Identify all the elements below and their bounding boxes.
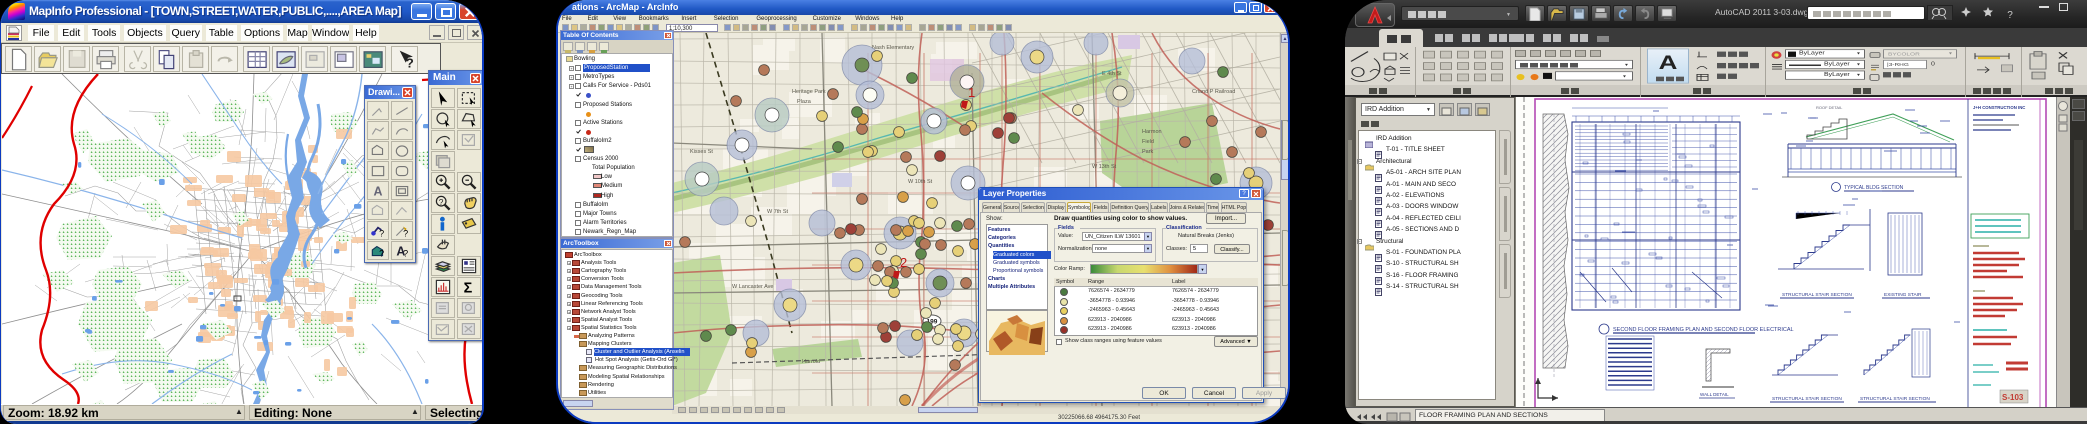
svg-text:Criand P Railroad: Criand P Railroad	[1192, 89, 1235, 95]
svg-text:Harrold: Harrold	[802, 359, 820, 365]
svg-text:?: ?	[439, 197, 444, 207]
svg-text:Heritage Park: Heritage Park	[792, 89, 826, 95]
svg-text:TYPICAL BLDG SECTION: TYPICAL BLDG SECTION	[1844, 185, 1904, 191]
svg-text:ROOF DETAIL: ROOF DETAIL	[1816, 105, 1843, 110]
svg-text:Park: Park	[1142, 149, 1154, 155]
svg-text:Σ: Σ	[464, 280, 473, 296]
svg-text:?: ?	[379, 229, 384, 239]
svg-text:STRUCTURAL STAIR SECTION: STRUCTURAL STAIR SECTION	[1772, 396, 1842, 402]
svg-text:Kisses St: Kisses St	[690, 149, 713, 155]
svg-text:2: 2	[900, 255, 907, 270]
svg-text:WALL DETAIL: WALL DETAIL	[1700, 392, 1729, 397]
svg-text:W 10th St: W 10th St	[908, 179, 933, 185]
svg-text:STRUCTURAL STAIR SECTION: STRUCTURAL STAIR SECTION	[1782, 292, 1852, 298]
svg-text:W 13th St: W 13th St	[1092, 164, 1117, 170]
svg-text:W 7th St: W 7th St	[767, 209, 789, 215]
svg-text:EXISTING STAIR: EXISTING STAIR	[1884, 292, 1922, 298]
svg-text:SECOND FLOOR FRAMING PLAN AND: SECOND FLOOR FRAMING PLAN AND SECOND FLO…	[1613, 327, 1794, 333]
svg-text:?: ?	[403, 249, 408, 259]
svg-text:STRUCTURAL STAIR SECTION: STRUCTURAL STAIR SECTION	[1860, 396, 1930, 402]
svg-text:Plaza: Plaza	[797, 99, 812, 105]
svg-text:Harmon: Harmon	[1142, 129, 1162, 135]
svg-text:?: ?	[403, 229, 408, 239]
svg-text:W Lancaster Ave: W Lancaster Ave	[732, 284, 773, 290]
svg-text:Field: Field	[1142, 139, 1154, 145]
svg-text:?: ?	[406, 55, 414, 70]
svg-text:A: A	[373, 185, 382, 199]
svg-text:1: 1	[968, 85, 975, 100]
svg-text:J+H CONSTRUCTION INC: J+H CONSTRUCTION INC	[1973, 105, 2025, 110]
svg-text:?: ?	[379, 249, 384, 259]
svg-text:Nash Elementary: Nash Elementary	[872, 45, 914, 51]
svg-text:S-103: S-103	[2002, 393, 2024, 402]
svg-text:E 4th St: E 4th St	[1102, 71, 1122, 77]
